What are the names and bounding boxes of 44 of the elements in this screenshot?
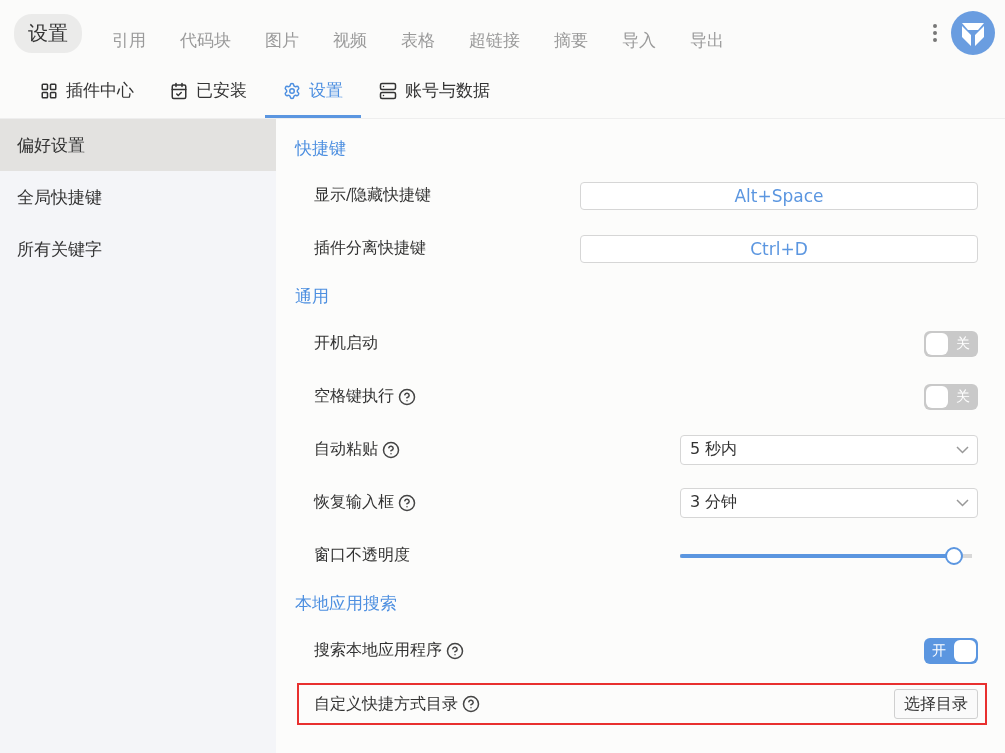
help-icon[interactable] [398, 493, 416, 512]
setting-label: 窗口不透明度 [314, 545, 410, 566]
toolbar-label: 导出 [690, 28, 724, 52]
dropdown-select[interactable]: 3 分钟 [680, 487, 978, 518]
toolbar-label: 超链接 [469, 28, 520, 52]
setting-label: 恢复输入框 [314, 492, 394, 513]
grid-icon [40, 81, 58, 100]
choose-folder-button[interactable]: 选择目录 [894, 689, 978, 719]
tab[interactable]: 账号与数据 [361, 66, 508, 118]
settings-icon [283, 81, 301, 100]
chevron-down-icon [956, 498, 969, 507]
setting-label: 插件分离快捷键 [314, 238, 426, 259]
server-icon [379, 81, 397, 100]
toolbar-label: 引用 [112, 28, 146, 52]
section-title: 通用 [295, 284, 330, 308]
sidebar-item[interactable]: 所有关键字 [0, 223, 276, 275]
section-title: 本地应用搜索 [295, 591, 398, 615]
help-icon[interactable] [462, 695, 480, 713]
tab[interactable]: 插件中心 [22, 66, 152, 118]
logo-icon [951, 11, 995, 55]
setting-label: 自动粘贴 [314, 439, 378, 460]
toolbar-label: 表格 [401, 28, 435, 52]
sidebar-item[interactable]: 偏好设置 [0, 119, 276, 171]
toolbar-label: 摘要 [554, 28, 588, 52]
help-icon[interactable] [382, 440, 400, 459]
help-icon[interactable] [446, 641, 464, 660]
setting-label: 自定义快捷方式目录 [314, 693, 458, 715]
toolbar-label: 导入 [622, 28, 656, 52]
dropdown-select[interactable]: 5 秒内 [680, 434, 978, 465]
help-icon[interactable] [398, 387, 416, 406]
setting-label: 搜索本地应用程序 [314, 640, 442, 661]
toolbar-label: 视频 [333, 28, 367, 52]
chevron-down-icon [956, 445, 969, 454]
setting-label: 显示/隐藏快捷键 [314, 185, 432, 206]
page-title: 设置 [14, 13, 82, 53]
toolbar-label: 代码块 [180, 28, 231, 52]
slider-thumb[interactable] [945, 546, 964, 565]
calendar-check-icon [170, 81, 188, 100]
setting-label: 空格键执行 [314, 386, 394, 407]
setting-label: 开机启动 [314, 333, 378, 354]
section-title: 快捷键 [295, 136, 347, 160]
toolbar-label: 图片 [265, 28, 299, 52]
tab[interactable]: 已安装 [152, 66, 265, 118]
sidebar-item[interactable]: 全局快捷键 [0, 171, 276, 223]
